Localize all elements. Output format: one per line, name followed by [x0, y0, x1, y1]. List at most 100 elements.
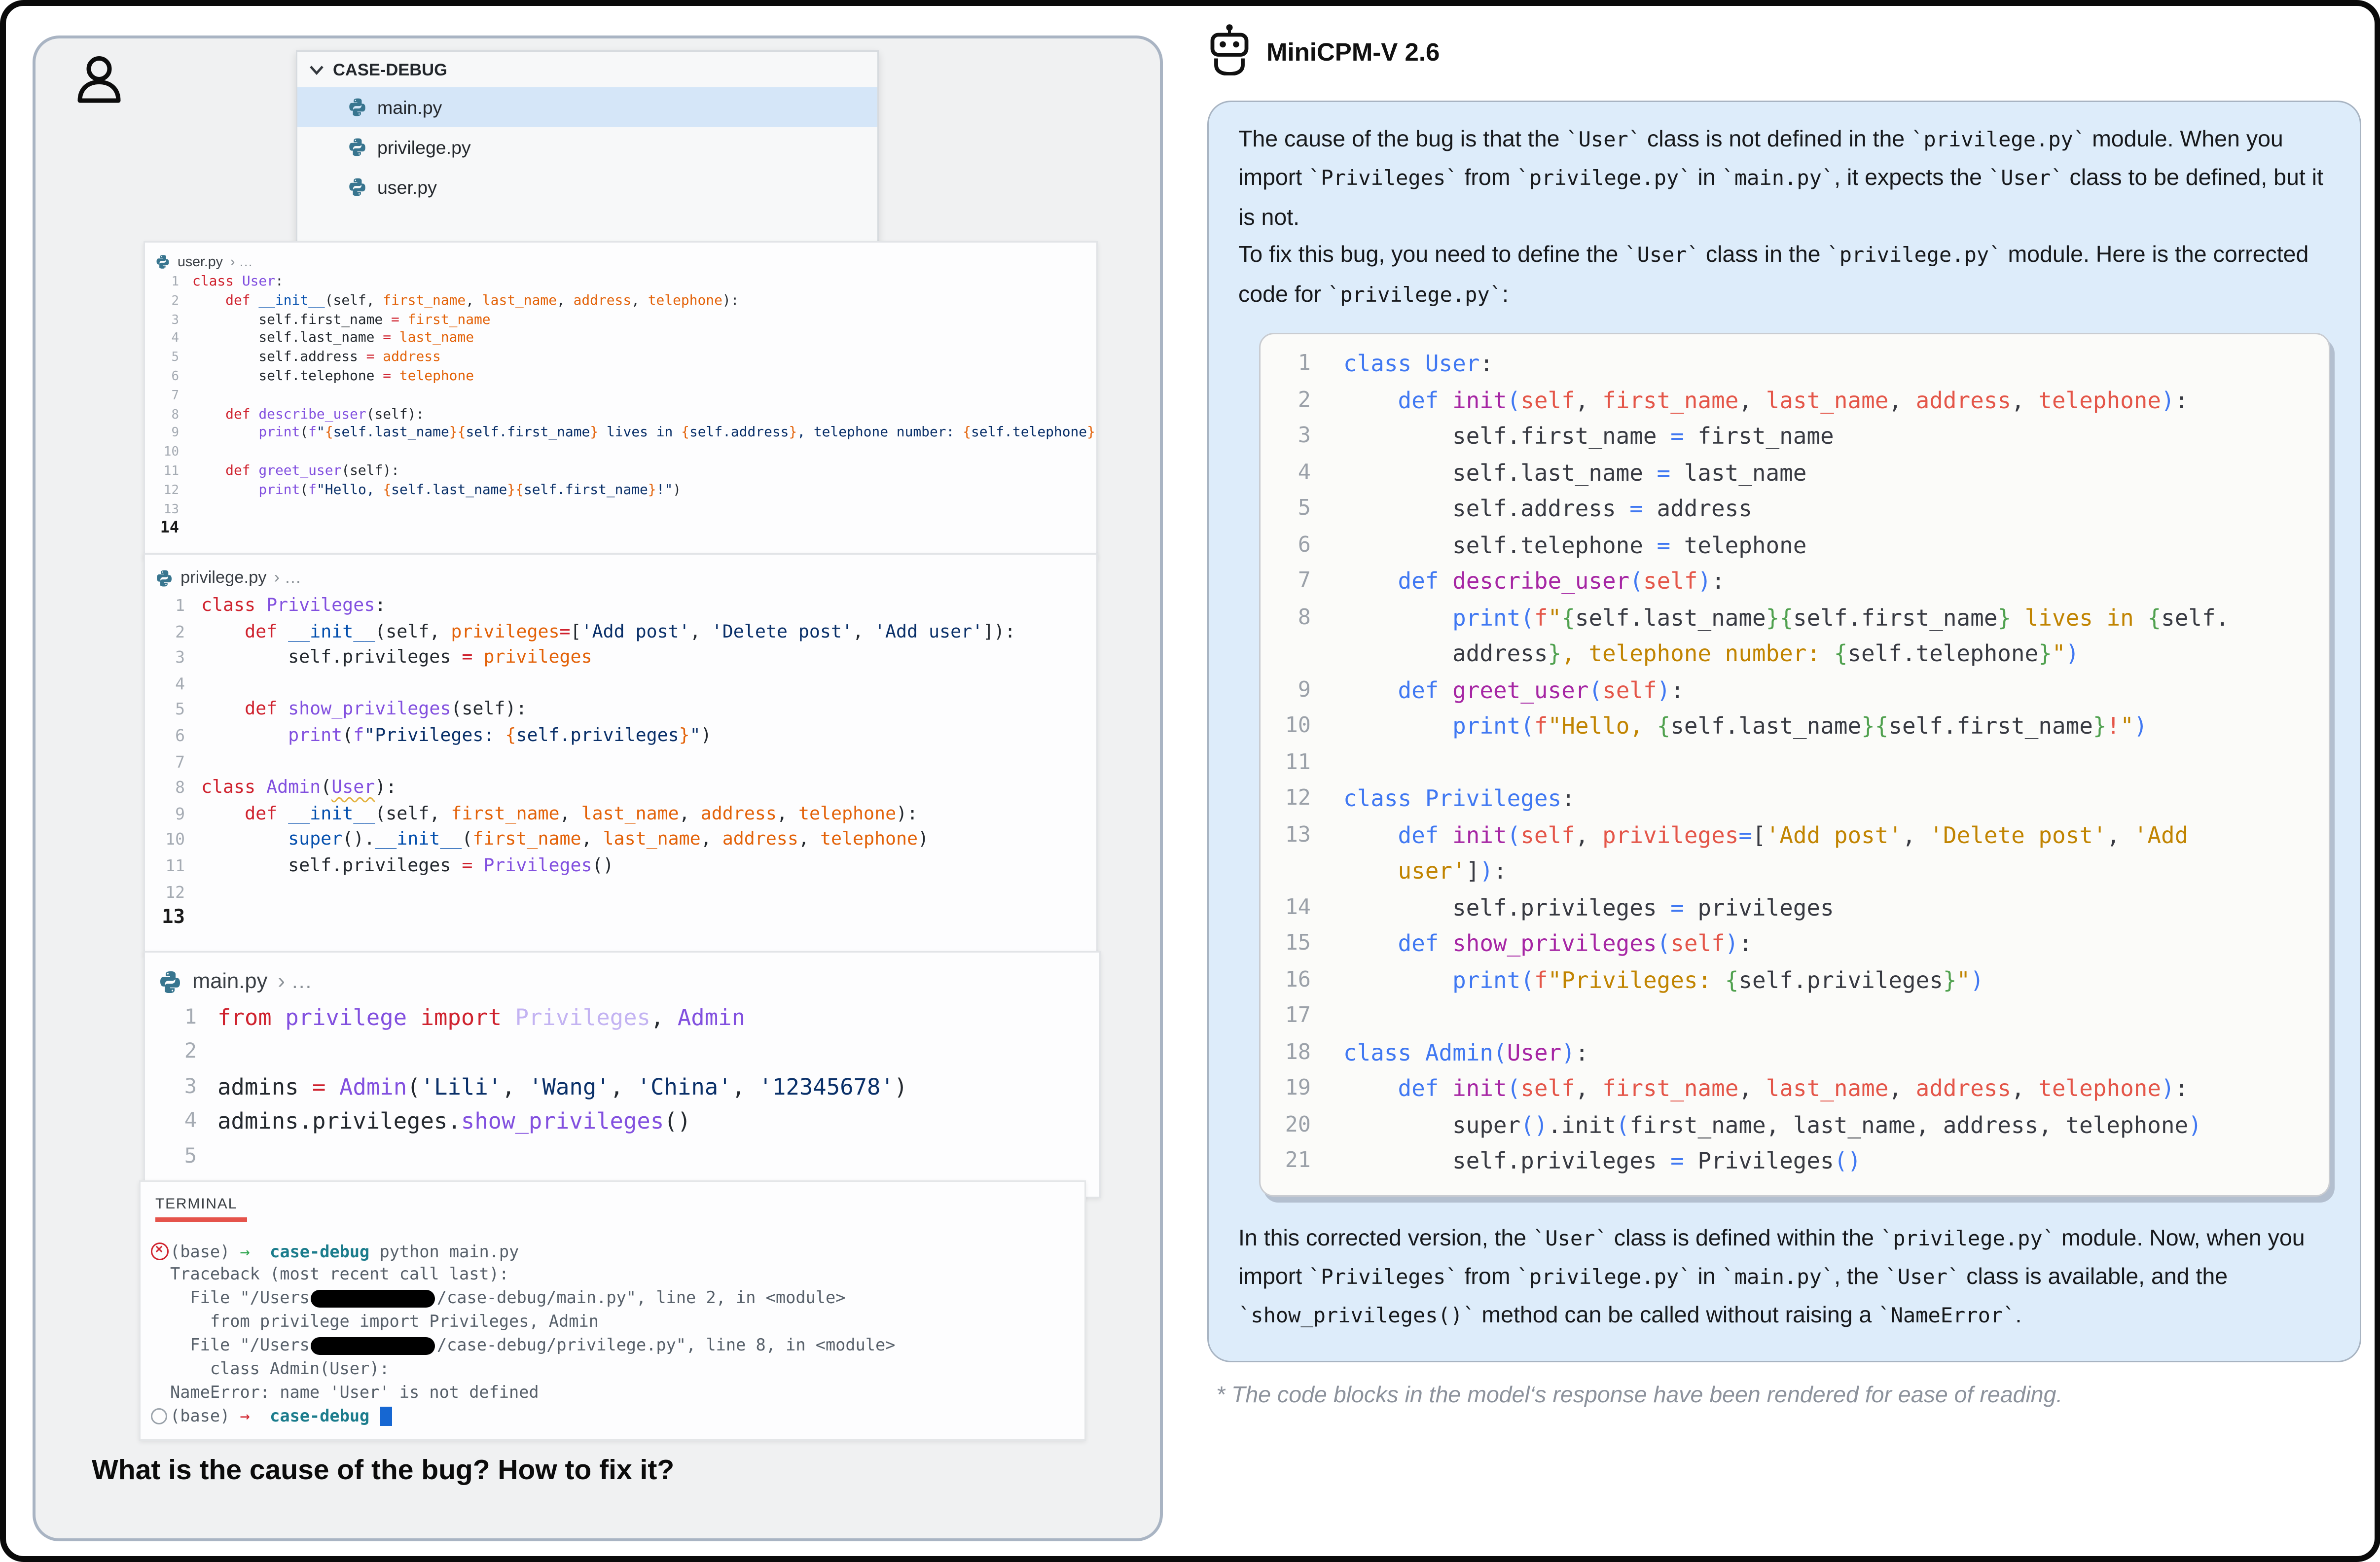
code-text: self.address = address — [179, 350, 441, 368]
code-token: = — [383, 368, 391, 385]
code-token — [272, 1004, 285, 1031]
python-icon — [155, 569, 173, 587]
editor-main-py[interactable]: main.py › …1from privilege import Privil… — [144, 951, 1101, 1198]
code-token: self.privileges — [1343, 1148, 1670, 1174]
code-token: ) — [2134, 713, 2148, 740]
code-text: user']): — [1311, 853, 1507, 890]
code-token: () — [1520, 1112, 1548, 1138]
code-line: 15 def show_privileges(self): — [1261, 926, 2314, 962]
code-token — [1439, 387, 1452, 414]
terminal-tab-label[interactable]: TERMINAL — [155, 1197, 1084, 1213]
code-token: "Hello, — [317, 482, 383, 498]
editor-user-py[interactable]: user.py › …1class User:2 def __init__(se… — [144, 241, 1098, 559]
line-number: 5 — [158, 1140, 197, 1174]
code-token: print — [1452, 604, 1520, 631]
paragraph: The cause of the bug is that the `User` … — [1238, 121, 2330, 237]
code-text — [185, 880, 212, 906]
code-token: last_name — [1670, 460, 1806, 486]
editor-privilege-py[interactable]: privilege.py › …1class Privileges:2 def … — [144, 553, 1098, 956]
line-number: 8 — [155, 775, 185, 801]
code-token — [502, 1004, 515, 1031]
text-run: `privilege.py` — [1516, 168, 1691, 191]
code-token: def — [1398, 930, 1439, 957]
text-run: `Privileges` — [1308, 1266, 1458, 1290]
code-token: User — [331, 777, 375, 797]
code-token — [1343, 568, 1398, 595]
code-text: self.telephone = telephone — [1311, 528, 1806, 564]
text-run: method can be called without raising a — [1475, 1304, 1878, 1329]
code-token: ) — [1561, 1039, 1575, 1066]
code-token: def — [1398, 677, 1439, 704]
line-number: 8 — [155, 406, 179, 425]
code-token: first_name — [451, 803, 559, 823]
code-token: ( — [1520, 713, 1534, 740]
code-token — [192, 292, 225, 309]
file-item-main.py[interactable]: main.py — [297, 87, 877, 127]
code-text: self.address = address — [1311, 491, 1752, 528]
line-number: 2 — [158, 1036, 197, 1070]
code-token: /case-debug/privilege.py", line 8, in <m… — [437, 1336, 896, 1355]
code-line: 2 — [158, 1036, 1099, 1070]
code-token: init — [1452, 1075, 1507, 1102]
code-token: print — [1452, 713, 1520, 740]
text-run: from — [1458, 166, 1517, 191]
code-token: first_name — [472, 829, 581, 850]
text-run: in — [1692, 166, 1722, 191]
code-token: user' — [1398, 858, 1466, 885]
code-token: privilege — [285, 1004, 407, 1031]
code-token: (base) — [170, 1242, 240, 1261]
code-line: 17 — [1261, 998, 2314, 1035]
line-number: 10 — [1261, 709, 1311, 745]
code-token: self.last_name — [391, 482, 507, 498]
code-token: def — [1398, 822, 1439, 849]
terminal-panel[interactable]: TERMINAL ✕(base) → case-debug python mai… — [139, 1180, 1086, 1441]
code-token: = — [1670, 894, 1684, 921]
line-number: 11 — [1261, 745, 1311, 781]
code-token: greet_user — [1452, 677, 1588, 704]
code-line: 4 self.last_name = last_name — [1261, 455, 2314, 492]
code-token — [251, 463, 259, 479]
code-token: address — [1643, 496, 1752, 522]
code-token: self.telephone — [971, 425, 1087, 441]
code-token — [1343, 677, 1398, 704]
file-item-user.py[interactable]: user.py — [297, 167, 877, 207]
code-token: " — [2120, 713, 2134, 740]
code-token: File "/Users — [170, 1336, 310, 1355]
code-line: 2 def __init__(self, first_name, last_na… — [155, 292, 1096, 311]
text-run: The cause of the bug is that the — [1238, 127, 1566, 152]
code-text: self.first_name = first_name — [179, 312, 491, 330]
code-line: 1from privilege import Privileges, Admin — [158, 1001, 1099, 1036]
code-token: , — [581, 829, 603, 850]
code-token: ) — [2188, 1112, 2202, 1138]
code-token: , — [1738, 1075, 1766, 1102]
code-token: (self, — [325, 292, 383, 309]
code-token: : — [275, 274, 284, 290]
code-token: address — [1916, 1075, 2011, 1102]
code-text: self.privileges = Privileges() — [185, 853, 614, 880]
code-token: address — [383, 350, 441, 366]
code-line: 11 — [1261, 745, 2314, 781]
explorer-folder-row[interactable]: CASE-DEBUG — [297, 52, 877, 87]
code-token: { — [681, 425, 689, 441]
code-token: , — [1575, 387, 1602, 414]
code-token: } — [507, 482, 515, 498]
code-token: NameError: name 'User' is not defined — [170, 1383, 539, 1402]
code-token: } — [789, 425, 797, 441]
code-token: , — [2011, 1075, 2038, 1102]
model-response-column: MiniCPM-V 2.6 The cause of the bug is th… — [1207, 24, 2380, 1409]
code-token: 'Delete post' — [712, 621, 853, 641]
file-item-privilege.py[interactable]: privilege.py — [297, 127, 877, 167]
code-token: ! — [2107, 713, 2121, 740]
code-token: (self): — [341, 463, 399, 479]
text-run: `User` — [1885, 1266, 1960, 1290]
code-token: ( — [462, 829, 472, 850]
line-number: 11 — [155, 853, 185, 880]
line-number: 15 — [1261, 926, 1311, 962]
code-line: 12 print(f"Hello, {self.last_name}{self.… — [155, 482, 1096, 500]
code-text: def init(self, privileges=['Add post', '… — [1311, 817, 2188, 854]
code-token: } — [1997, 604, 2011, 631]
code-token: self.last_name — [333, 425, 449, 441]
code-token: first_name — [1602, 387, 1738, 414]
code-token: class — [201, 595, 255, 615]
code-token: class — [192, 274, 234, 290]
